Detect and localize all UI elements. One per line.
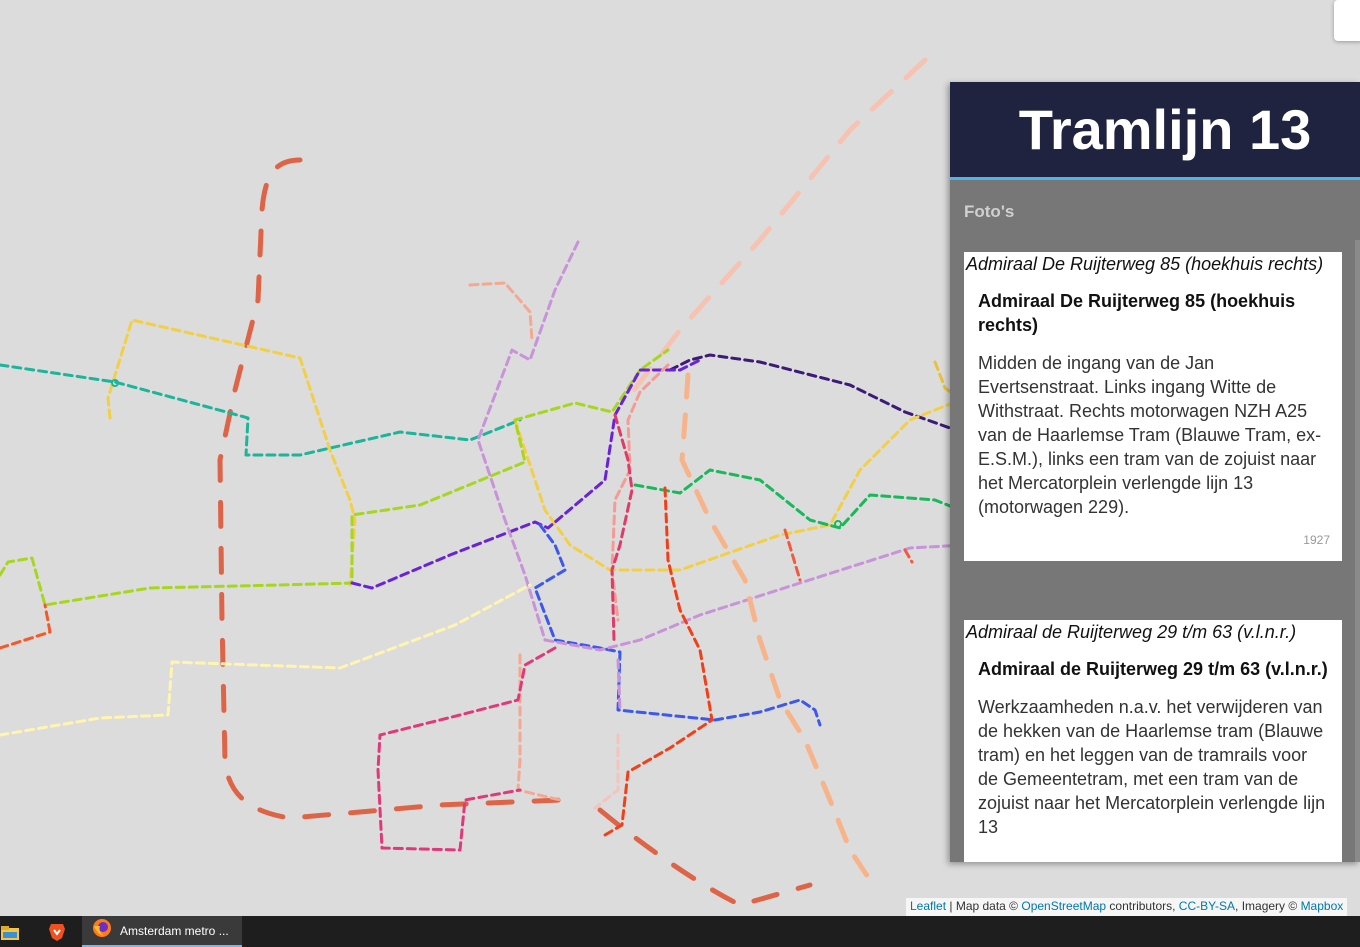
tram-line[interactable] xyxy=(0,583,532,737)
attribution-separator: | Map data © xyxy=(946,899,1022,913)
attribution-imagery: , Imagery © xyxy=(1235,899,1301,913)
brave-browser-icon[interactable] xyxy=(44,916,70,947)
photo-card[interactable]: Admiraal De Ruijterweg 85 (hoekhuis rech… xyxy=(964,252,1342,561)
attribution-contributors: contributors, xyxy=(1106,899,1179,913)
tram-line[interactable] xyxy=(0,363,522,457)
tram-line[interactable] xyxy=(543,543,967,652)
tram-line[interactable] xyxy=(516,653,562,802)
card-heading: Admiraal de Ruijterweg 29 t/m 63 (v.l.n.… xyxy=(978,659,1328,679)
card-description: Werkzaamheden n.a.v. het verwijderen van… xyxy=(978,697,1326,837)
tram-line[interactable] xyxy=(513,398,962,572)
tram-line[interactable] xyxy=(593,733,620,810)
panel-title: Tramlijn 13 xyxy=(1018,98,1312,161)
line-info-panel[interactable]: Tramlijn 13 Foto's Admiraal De Ruijterwe… xyxy=(950,82,1360,862)
map-attribution: Leaflet | Map data © OpenStreetMap contr… xyxy=(906,898,1348,916)
tram-line[interactable] xyxy=(376,646,557,852)
tram-line[interactable] xyxy=(603,486,714,837)
tram-line[interactable] xyxy=(679,372,873,883)
panel-scrollbar[interactable] xyxy=(1355,240,1360,862)
mapbox-link[interactable]: Mapbox xyxy=(1301,899,1344,913)
tram-line[interactable] xyxy=(217,157,563,821)
tram-line[interactable] xyxy=(106,318,357,587)
tram-line[interactable] xyxy=(597,807,813,908)
tram-line[interactable] xyxy=(903,548,914,564)
card-description: Midden de ingang van de Jan Evertsenstra… xyxy=(978,353,1322,517)
map-control-button[interactable] xyxy=(1334,0,1360,41)
tram-line[interactable] xyxy=(633,468,967,547)
card-heading: Admiraal De Ruijterweg 85 (hoekhuis rech… xyxy=(978,291,1296,335)
tram-line[interactable] xyxy=(0,348,670,607)
tram-line[interactable] xyxy=(476,240,580,642)
tram-line[interactable] xyxy=(350,358,702,590)
taskbar-app-firefox[interactable]: Amsterdam metro ... xyxy=(82,916,242,947)
taskbar: Amsterdam metro ... xyxy=(0,916,1360,947)
tram-line[interactable] xyxy=(783,528,802,582)
tram-line[interactable] xyxy=(0,603,52,650)
tram-stop[interactable] xyxy=(834,520,842,528)
file-explorer-icon[interactable] xyxy=(0,916,22,947)
photo-card[interactable]: Admiraal de Ruijterweg 29 t/m 63 (v.l.n.… xyxy=(964,620,1342,862)
card-year: 1927 xyxy=(1303,533,1330,547)
tram-line[interactable] xyxy=(468,281,534,342)
taskbar-app-label: Amsterdam metro ... xyxy=(120,923,229,938)
photo-caption: Admiraal de Ruijterweg 29 t/m 63 (v.l.n.… xyxy=(966,622,1297,642)
firefox-icon xyxy=(92,918,112,943)
tram-line[interactable] xyxy=(627,57,928,398)
card-body: Admiraal de Ruijterweg 29 t/m 63 (v.l.n.… xyxy=(964,643,1342,839)
license-link[interactable]: CC-BY-SA xyxy=(1179,899,1235,913)
photos-section-label: Foto's xyxy=(964,202,1015,221)
osm-link[interactable]: OpenStreetMap xyxy=(1021,899,1106,913)
panel-header: Tramlijn 13 xyxy=(950,82,1360,180)
photo-caption: Admiraal De Ruijterweg 85 (hoekhuis rech… xyxy=(966,254,1324,274)
tram-line[interactable] xyxy=(616,658,622,712)
card-body: Admiraal De Ruijterweg 85 (hoekhuis rech… xyxy=(964,275,1342,519)
leaflet-link[interactable]: Leaflet xyxy=(910,899,946,913)
